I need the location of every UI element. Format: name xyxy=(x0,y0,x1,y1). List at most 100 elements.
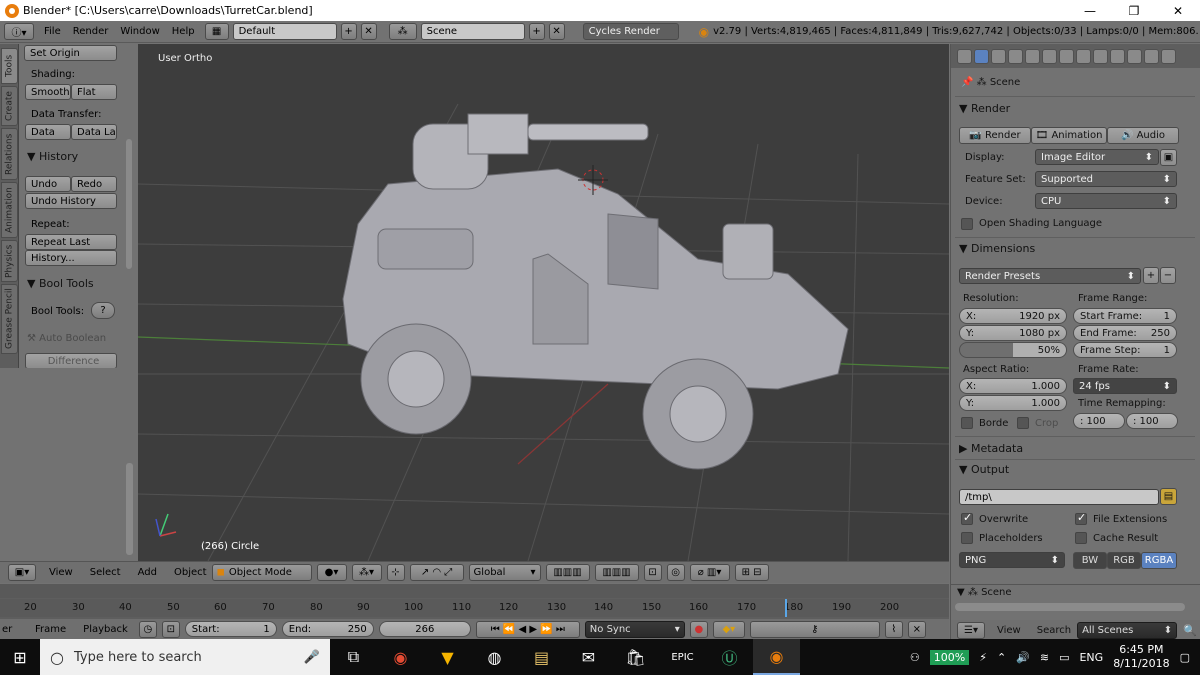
dimensions-panel-header[interactable]: ▼ Dimensions xyxy=(959,242,1035,255)
texture-tab-icon[interactable] xyxy=(1127,48,1142,64)
render-presets-select[interactable]: Render Presets ⬍ xyxy=(959,268,1141,284)
keying-icon[interactable]: ◆▾ xyxy=(712,620,745,638)
mail-icon[interactable]: ✉ xyxy=(565,639,612,675)
difference-button[interactable]: Difference xyxy=(25,353,117,369)
timeline-area[interactable]: 20 30 40 50 60 70 80 90 100 110 120 130 140 150 160 170… xyxy=(0,584,949,620)
current-frame-field[interactable]: 266 xyxy=(378,621,471,637)
color-rgba-button[interactable]: RGBA xyxy=(1141,552,1177,569)
smooth-button[interactable]: Smooth xyxy=(25,84,71,100)
proportional-edit-icon[interactable]: ◎ xyxy=(666,564,685,581)
blender-taskbar-icon[interactable]: ◉ xyxy=(753,639,800,675)
start-frame-field[interactable]: Start: 1 xyxy=(184,621,277,637)
menu-help[interactable]: Help xyxy=(172,26,195,37)
feature-set-select[interactable]: Supported ⬍ xyxy=(1035,171,1177,187)
animation-button[interactable]: 🎞 Animation xyxy=(1031,127,1107,144)
menu-view[interactable]: View xyxy=(49,567,73,578)
fps-select[interactable]: 24 fps ⬍ xyxy=(1073,378,1177,394)
tab-relations[interactable]: Relations xyxy=(1,128,18,180)
object-tab-icon[interactable] xyxy=(1042,48,1057,64)
outliner-scene-row[interactable]: ▼ ⁂ Scene xyxy=(957,587,1012,598)
undo-history-button[interactable]: Undo History xyxy=(25,193,117,209)
wifi-icon[interactable]: ≋ xyxy=(1040,651,1049,664)
taskbar-search[interactable]: ○ Type here to search 🎤 xyxy=(40,639,330,675)
power-icon[interactable]: ⚡ xyxy=(979,651,987,664)
outliner-menu-view[interactable]: View xyxy=(997,625,1021,636)
file-explorer-icon[interactable]: ▤ xyxy=(518,639,565,675)
add-scene-button[interactable]: + xyxy=(528,23,545,40)
particles-tab-icon[interactable] xyxy=(1144,48,1159,64)
color-rgb-button[interactable]: RGB xyxy=(1107,552,1141,569)
osl-checkbox[interactable] xyxy=(961,218,973,230)
upwork-icon[interactable]: Ⓤ xyxy=(706,639,753,675)
mode-select[interactable]: ◼ Object Mode xyxy=(211,564,312,581)
delete-keyframe-icon[interactable]: ⨯ xyxy=(907,620,926,638)
auto-boolean-toggle[interactable]: ⚒ Auto Boolean xyxy=(27,333,106,344)
render-tab-icon[interactable] xyxy=(974,48,989,64)
display-window-icon[interactable]: ▣ xyxy=(1160,149,1177,166)
output-panel-header[interactable]: ▼ Output xyxy=(959,463,1009,476)
menu-select[interactable]: Select xyxy=(90,567,121,578)
outliner-scrollbar[interactable] xyxy=(955,603,1185,611)
add-layout-button[interactable]: + xyxy=(340,23,357,40)
material-tab-icon[interactable] xyxy=(1110,48,1125,64)
app-icon[interactable]: ◍ xyxy=(471,639,518,675)
playback-controls[interactable]: ⏮ ⏪ ◀ ▶ ⏩ ⏭ xyxy=(475,620,580,638)
store-icon[interactable]: 🛍 xyxy=(612,639,659,675)
start-frame-property[interactable]: Start Frame: 1 xyxy=(1073,308,1177,324)
end-frame-field[interactable]: End: 250 xyxy=(281,621,374,637)
flat-button[interactable]: Flat xyxy=(71,84,117,100)
aspect-x-field[interactable]: X: 1.000 xyxy=(959,378,1067,394)
frame-ruler[interactable] xyxy=(0,599,949,617)
tab-create[interactable]: Create xyxy=(1,86,18,126)
resolution-x-field[interactable]: X: 1920 px xyxy=(959,308,1067,324)
cache-result-checkbox[interactable] xyxy=(1075,532,1087,544)
history-button[interactable]: History... xyxy=(25,250,117,266)
modifiers-tab-icon[interactable] xyxy=(1076,48,1091,64)
editor-type-3d-icon[interactable]: ▣▾ xyxy=(8,564,36,581)
language-indicator[interactable]: ENG xyxy=(1079,651,1103,664)
minimize-button[interactable]: — xyxy=(1068,4,1112,18)
menu-object[interactable]: Object xyxy=(174,567,207,578)
history-panel-header[interactable]: ▼ History xyxy=(27,150,78,163)
world-tab-icon[interactable] xyxy=(1025,48,1040,64)
menu-window[interactable]: Window xyxy=(120,26,159,37)
add-preset-button[interactable]: + xyxy=(1143,267,1159,284)
aspect-y-field[interactable]: Y: 1.000 xyxy=(959,395,1067,411)
tab-grease-pencil[interactable]: Grease Pencil xyxy=(1,284,18,354)
tab-animation[interactable]: Animation xyxy=(1,182,18,238)
data-button[interactable]: Data xyxy=(25,124,71,140)
layers-grid-2[interactable]: ▥▥▥ xyxy=(594,564,639,581)
microphone-icon[interactable]: 🎤 xyxy=(304,650,320,665)
clock-icon[interactable]: ◷ xyxy=(138,620,157,638)
render-panel-header[interactable]: ▼ Render xyxy=(959,102,1010,115)
output-path-field[interactable]: /tmp\ xyxy=(959,489,1159,505)
transform-manipulators[interactable]: ↗ ◠ ⤢ xyxy=(409,564,464,581)
layout-icon[interactable]: ▦ xyxy=(204,23,229,40)
close-button[interactable]: ✕ xyxy=(1156,4,1200,18)
clock[interactable]: 6:45 PM 8/11/2018 xyxy=(1113,643,1169,671)
frame-step-property[interactable]: Frame Step: 1 xyxy=(1073,342,1177,358)
outliner-menu-search[interactable]: Search xyxy=(1037,625,1071,636)
scene-icon[interactable]: ⁂ xyxy=(388,23,417,40)
tab-tools[interactable]: Tools xyxy=(1,48,18,84)
layers-grid-1[interactable]: ▥▥▥ xyxy=(545,564,590,581)
windows-start-icon[interactable]: ⊞ xyxy=(0,639,40,675)
chrome-icon[interactable]: ◉ xyxy=(377,639,424,675)
remove-preset-button[interactable]: − xyxy=(1160,267,1176,284)
insert-keyframe-icon[interactable]: ⌇ xyxy=(884,620,903,638)
time-remap-old-field[interactable]: : 100 xyxy=(1073,413,1125,429)
keying-set-field[interactable]: ⚷ xyxy=(749,620,880,638)
scene-selector[interactable]: Scene xyxy=(420,23,525,40)
outliner-search-icon[interactable]: 🔍 xyxy=(1183,624,1197,637)
crop-checkbox[interactable] xyxy=(1017,417,1029,429)
overwrite-checkbox[interactable] xyxy=(961,511,973,525)
device-select[interactable]: CPU ⬍ xyxy=(1035,193,1177,209)
remove-layout-button[interactable]: ✕ xyxy=(360,23,377,40)
preview-range-icon[interactable]: ⊡ xyxy=(161,620,180,638)
set-origin-button[interactable]: Set Origin xyxy=(24,45,117,61)
data-tab-icon[interactable] xyxy=(1093,48,1108,64)
timeline-scroll-track[interactable] xyxy=(0,584,949,598)
remove-scene-button[interactable]: ✕ xyxy=(548,23,565,40)
record-icon[interactable]: ● xyxy=(689,620,708,638)
menu-playback[interactable]: Playback xyxy=(83,624,128,635)
